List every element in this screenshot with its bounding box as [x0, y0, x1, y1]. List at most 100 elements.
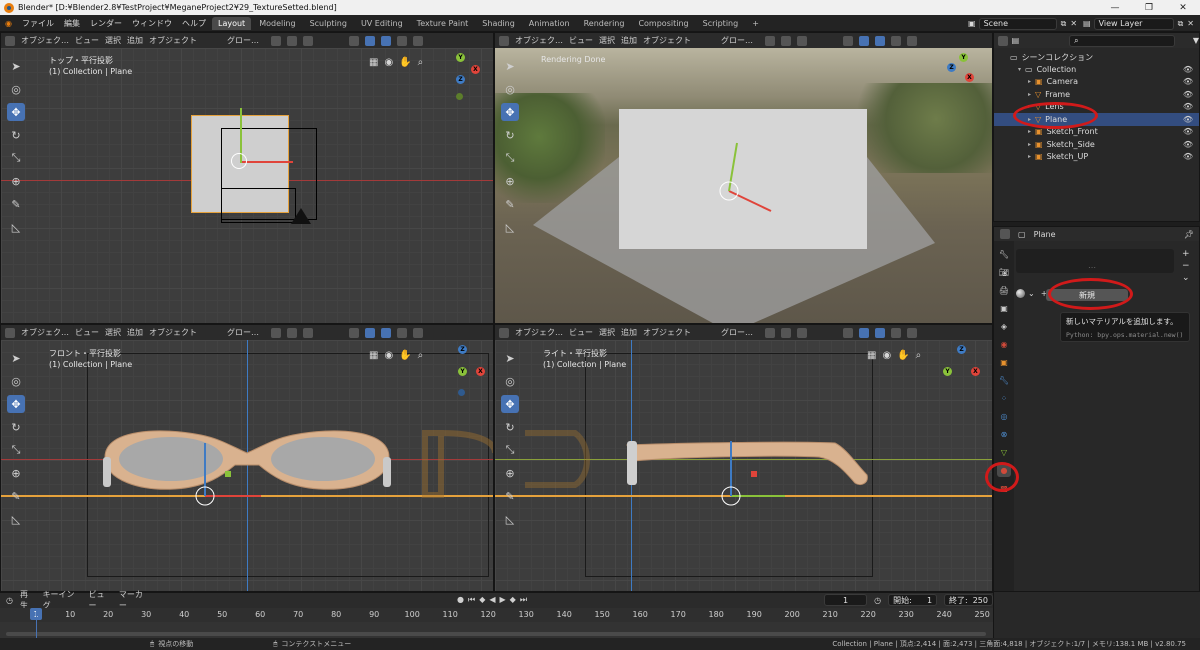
viewport-right[interactable]: オブジェク… ビュー 選択 追加 オブジェクト グロー… ライト・平行投影 (1… — [494, 324, 993, 592]
transform-tool-icon[interactable]: ⊕ — [7, 172, 25, 190]
menu-edit[interactable]: 編集 — [59, 18, 85, 29]
menu-select[interactable]: 選択 — [105, 327, 121, 338]
timeline-editor-icon[interactable]: ◷ — [6, 596, 13, 605]
cursor-tool-icon[interactable]: ◎ — [7, 372, 25, 390]
modifier-tab-icon[interactable]: 🔧︎ — [997, 373, 1011, 387]
editor-type-icon[interactable] — [998, 35, 1008, 46]
outliner-item-sketch-front[interactable]: ▸ ▣ Sketch_Front 👁︎ — [994, 126, 1199, 139]
playhead-line[interactable] — [36, 608, 37, 639]
camera-view-icon[interactable]: ◉ — [882, 350, 891, 361]
material-browse[interactable]: ⌄ + — [1016, 289, 1047, 298]
frame-start-field[interactable]: 開始: 1 — [888, 594, 938, 606]
menu-help[interactable]: ヘルプ — [177, 18, 211, 29]
tab-rendering[interactable]: Rendering — [578, 17, 631, 30]
visibility-icon[interactable] — [349, 35, 359, 46]
menu-object[interactable]: オブジェクト — [643, 35, 691, 46]
shading-solid-icon[interactable] — [413, 327, 423, 338]
material-sphere-icon[interactable] — [1016, 289, 1025, 298]
maximize-button[interactable]: ❐ — [1132, 0, 1166, 15]
menu-object[interactable]: オブジェクト — [149, 327, 197, 338]
frame-end-field[interactable]: 終了: 250 — [944, 594, 993, 606]
transform-orientation[interactable]: グロー… — [227, 327, 259, 338]
select-tool-icon[interactable]: ➤ — [7, 57, 25, 75]
outliner-item-sketch-up[interactable]: ▸ ▣ Sketch_UP 👁︎ — [994, 151, 1199, 164]
tab-scripting[interactable]: Scripting — [697, 17, 745, 30]
object-tab-icon[interactable]: ▣ — [997, 355, 1011, 369]
timeline-editor[interactable]: ◷ 再生 キーイング ビュー マーカー ● ⏮ ◆ ◀ ▶ ◆ ⏭ 1 ◷ 開始… — [0, 590, 993, 639]
close-button[interactable]: ✕ — [1166, 0, 1200, 15]
pan-hand-icon[interactable]: ✋ — [399, 350, 411, 361]
minimize-button[interactable]: — — [1098, 0, 1132, 15]
tab-modeling[interactable]: Modeling — [253, 17, 301, 30]
eye-icon[interactable]: 👁︎ — [1183, 65, 1193, 74]
overlay-toggle-icon[interactable] — [381, 35, 391, 46]
render-tab-icon[interactable]: 📷︎ — [997, 265, 1011, 279]
gizmo-x-axis[interactable]: X — [965, 73, 974, 82]
menu-render[interactable]: レンダー — [85, 18, 127, 29]
snap-icon[interactable] — [287, 327, 297, 338]
scale-tool-icon[interactable]: ⤡ — [7, 149, 25, 167]
pivot-icon[interactable] — [271, 327, 281, 338]
xray-icon[interactable] — [891, 35, 901, 46]
mode-selector[interactable]: オブジェク… — [21, 35, 69, 46]
zoom-icon[interactable]: ⌕ — [418, 350, 424, 361]
cursor-tool-icon[interactable]: ◎ — [501, 80, 519, 98]
measure-tool-icon[interactable]: ◺ — [501, 510, 519, 528]
gizmo-z-axis[interactable]: Z — [957, 345, 966, 354]
outliner-panel[interactable]: ▤ ⌕ ▼ ▭ シーンコレクション ▾ ▭ Collection 👁︎ ▸ ▣ Camera… — [993, 32, 1200, 222]
overlay-toggle-icon[interactable] — [381, 327, 391, 338]
eye-icon[interactable]: 👁︎ — [1183, 102, 1193, 111]
camera-object[interactable] — [291, 208, 311, 224]
gizmo-toggle-icon[interactable] — [365, 35, 375, 46]
expand-arrow-icon[interactable]: ▸ — [1028, 128, 1031, 135]
material-slot-list[interactable]: ⋯ — [1016, 249, 1174, 273]
gizmo-neg-y-axis[interactable] — [456, 93, 463, 100]
gizmo-y-axis[interactable]: Y — [959, 53, 968, 62]
gizmo-x-axis[interactable]: X — [476, 367, 485, 376]
tab-compositing[interactable]: Compositing — [632, 17, 694, 30]
annotate-tool-icon[interactable]: ✎ — [501, 195, 519, 213]
snap-icon[interactable] — [781, 35, 791, 46]
menu-add[interactable]: 追加 — [127, 35, 143, 46]
gizmo-y-axis[interactable]: Y — [456, 53, 465, 62]
menu-add[interactable]: 追加 — [621, 327, 637, 338]
eye-icon[interactable]: 👁︎ — [1183, 127, 1193, 136]
navigation-gizmo[interactable]: Z Y X — [943, 345, 983, 391]
menu-add[interactable]: 追加 — [127, 327, 143, 338]
viewport-top[interactable]: オブジェク… ビュー 選択 追加 オブジェクト グロー… トップ・平行投影 (1… — [0, 32, 494, 324]
visibility-icon[interactable] — [349, 327, 359, 338]
pan-hand-icon[interactable]: ✋ — [399, 57, 411, 68]
scale-tool-icon[interactable]: ⤡ — [501, 441, 519, 459]
view-layer-delete-icon[interactable]: ✕ — [1187, 19, 1194, 28]
annotate-tool-icon[interactable]: ✎ — [7, 487, 25, 505]
eye-icon[interactable]: 👁︎ — [1183, 152, 1193, 161]
measure-tool-icon[interactable]: ◺ — [7, 510, 25, 528]
editor-type-icon[interactable] — [499, 327, 509, 338]
viewport-render[interactable]: オブジェク… ビュー 選択 追加 オブジェクト グロー… Rendering D… — [494, 32, 993, 324]
rotate-tool-icon[interactable]: ↻ — [501, 418, 519, 436]
gizmo-x-axis[interactable]: X — [971, 367, 980, 376]
outliner-item-collection[interactable]: ▾ ▭ Collection 👁︎ — [994, 63, 1199, 76]
tab-animation[interactable]: Animation — [523, 17, 576, 30]
snap-icon[interactable] — [781, 327, 791, 338]
gizmo-y-axis[interactable]: Y — [458, 367, 467, 376]
camera-view-icon[interactable]: ◉ — [384, 350, 393, 361]
menu-window[interactable]: ウィンドウ — [127, 18, 177, 29]
scale-tool-icon[interactable]: ⤡ — [7, 441, 25, 459]
rotate-tool-icon[interactable]: ↻ — [501, 126, 519, 144]
eye-icon[interactable]: 👁︎ — [1183, 140, 1193, 149]
proportional-edit-icon[interactable] — [303, 35, 313, 46]
editor-type-icon[interactable] — [5, 35, 15, 46]
move-tool-icon[interactable]: ✥ — [501, 395, 519, 413]
select-tool-icon[interactable]: ➤ — [501, 349, 519, 367]
tab-layout[interactable]: Layout — [211, 16, 252, 30]
pivot-icon[interactable] — [765, 35, 775, 46]
outliner-search-input[interactable]: ⌕ — [1069, 34, 1175, 47]
mode-selector[interactable]: オブジェク… — [515, 35, 563, 46]
menu-view[interactable]: ビュー — [569, 327, 593, 338]
menu-select[interactable]: 選択 — [599, 35, 615, 46]
gizmo-z-axis[interactable]: Z — [456, 75, 465, 84]
camera-view-icon[interactable]: ◉ — [384, 57, 393, 68]
eye-icon[interactable]: 👁︎ — [1183, 77, 1193, 86]
menu-view[interactable]: ビュー — [75, 327, 99, 338]
